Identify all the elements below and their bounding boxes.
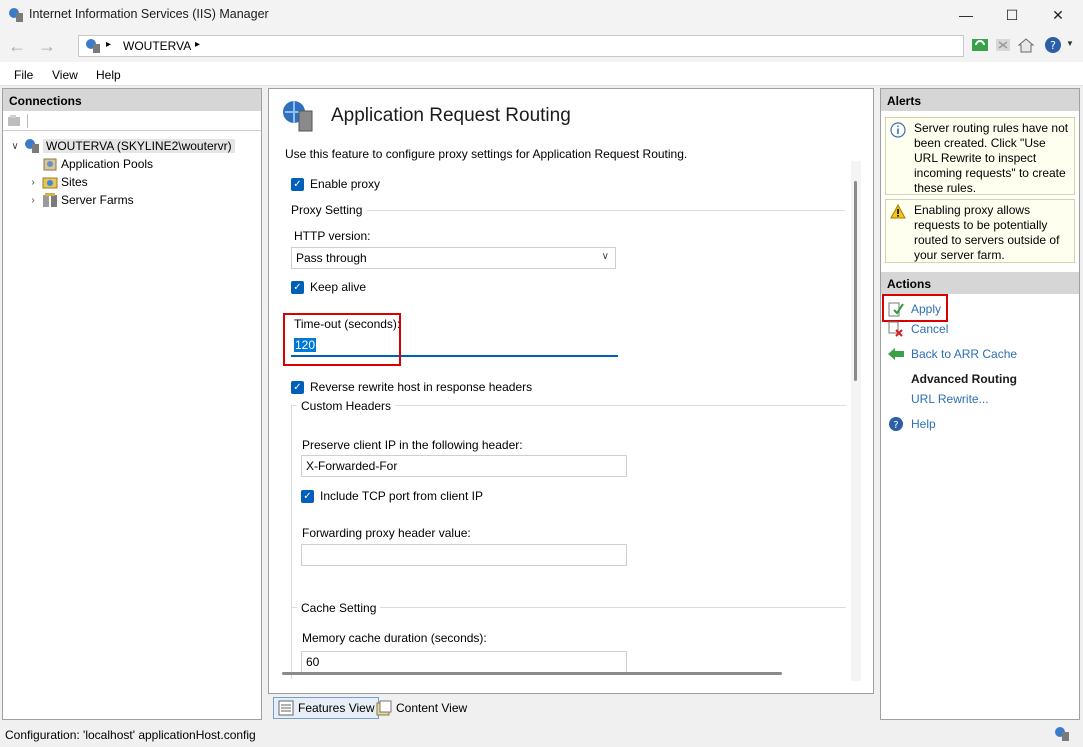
info-icon	[890, 122, 906, 138]
refresh-icon[interactable]	[970, 35, 990, 55]
tab-features-view[interactable]: Features View	[273, 697, 380, 719]
address-bar: ← → ▸ WOUTERVA ▸ ? ▼	[0, 30, 1083, 62]
features-view-icon	[278, 700, 294, 716]
keep-alive-checkbox[interactable]: ✓ Keep alive	[291, 280, 366, 294]
tree-item-server[interactable]: ∨ WOUTERVA (SKYLINE2\woutervr)	[9, 137, 235, 155]
help-icon[interactable]: ?	[1043, 35, 1063, 55]
http-version-label: HTTP version:	[294, 229, 371, 243]
cache-setting-title: Cache Setting	[297, 601, 381, 615]
checkbox-checked-icon[interactable]: ✓	[291, 380, 304, 394]
actions-header: Actions	[881, 272, 1079, 294]
memory-cache-input[interactable]: 60	[301, 651, 627, 673]
cancel-icon	[887, 321, 905, 337]
custom-headers-title: Custom Headers	[297, 399, 396, 413]
home-icon[interactable]	[1016, 35, 1036, 55]
svg-text:?: ?	[1050, 39, 1056, 52]
server-status-icon	[1055, 727, 1069, 741]
page-description: Use this feature to configure proxy sett…	[285, 147, 688, 161]
tree-label[interactable]: Sites	[61, 175, 88, 189]
include-tcp-port-checkbox[interactable]: ✓ Include TCP port from client IP	[301, 489, 483, 503]
checkbox-checked-icon[interactable]: ✓	[301, 489, 314, 503]
help-dropdown-icon[interactable]: ▼	[1066, 39, 1074, 48]
enable-proxy-checkbox[interactable]: ✓ Enable proxy	[291, 177, 380, 191]
preserve-ip-label: Preserve client IP in the following head…	[302, 438, 523, 452]
server-farms-icon	[43, 193, 57, 207]
actions-panel: Alerts Server routing rules have not bee…	[880, 88, 1080, 720]
back-to-arr-cache-action[interactable]: Back to ARR Cache	[887, 344, 1017, 364]
help-action[interactable]: ? Help	[887, 414, 936, 434]
checkbox-checked-icon[interactable]: ✓	[291, 280, 304, 294]
warning-icon	[890, 204, 906, 219]
iis-app-icon	[9, 8, 23, 22]
tree-item-server-farms[interactable]: › Server Farms	[27, 191, 134, 209]
tab-content-view[interactable]: Content View	[372, 697, 471, 719]
tree-label[interactable]: Server Farms	[61, 193, 134, 207]
menu-view[interactable]: View	[52, 68, 78, 82]
scrollbar-thumb[interactable]	[854, 181, 857, 381]
tree-server-label[interactable]: WOUTERVA (SKYLINE2\woutervr)	[43, 139, 235, 153]
chevron-down-icon: ∨	[601, 251, 609, 262]
toolbar-divider	[27, 114, 28, 128]
chevron-right-icon[interactable]: ›	[27, 195, 39, 206]
application-pools-icon	[43, 158, 57, 171]
preserve-ip-input[interactable]: X-Forwarded-For	[301, 455, 627, 477]
apply-highlight-box	[882, 294, 948, 322]
advanced-routing-heading: Advanced Routing	[911, 372, 1018, 386]
title-bar: Internet Information Services (IIS) Mana…	[0, 0, 1083, 30]
horizontal-scrollbar[interactable]	[282, 672, 782, 675]
vertical-scrollbar[interactable]	[851, 161, 861, 681]
window-title: Internet Information Services (IIS) Mana…	[29, 7, 269, 21]
maximize-button[interactable]: ☐	[989, 0, 1035, 30]
menu-file[interactable]: File	[14, 68, 33, 82]
close-button[interactable]: ✕	[1035, 0, 1081, 30]
svg-text:?: ?	[893, 420, 898, 431]
path-server[interactable]: WOUTERVA	[123, 39, 191, 53]
chevron-down-icon[interactable]: ∨	[9, 141, 21, 152]
status-text: Configuration: 'localhost' applicationHo…	[5, 728, 256, 742]
status-bar: Configuration: 'localhost' applicationHo…	[0, 722, 1083, 747]
tree-label[interactable]: Application Pools	[61, 157, 153, 171]
menu-help[interactable]: Help	[96, 68, 121, 82]
path-separator: ▸	[106, 39, 112, 50]
page-title: Application Request Routing	[331, 105, 571, 126]
feature-panel: Application Request Routing Use this fea…	[268, 88, 874, 694]
forwarding-proxy-input[interactable]	[301, 544, 627, 566]
alerts-header: Alerts	[881, 89, 1079, 111]
tree-item-application-pools[interactable]: Application Pools	[27, 155, 153, 173]
alert-proxy-warning: Enabling proxy allows requests to be pot…	[885, 199, 1075, 263]
checkbox-checked-icon[interactable]: ✓	[291, 177, 304, 191]
connections-panel: Connections ∨ WOUTERVA (SKYLINE2\wouterv…	[2, 88, 262, 720]
arr-feature-icon	[283, 101, 313, 132]
http-version-select[interactable]: Pass through ∨	[291, 247, 616, 269]
cancel-action[interactable]: Cancel	[887, 319, 948, 339]
alert-routing-rules: Server routing rules have not been creat…	[885, 117, 1075, 195]
proxy-setting-group-title: Proxy Setting	[291, 203, 363, 217]
minimize-button[interactable]: —	[943, 0, 989, 30]
server-icon	[25, 139, 39, 153]
forward-arrow-icon[interactable]: →	[34, 34, 60, 58]
group-divider	[367, 210, 845, 211]
menu-bar: File View Help	[0, 62, 1083, 86]
address-path-box[interactable]: ▸ WOUTERVA ▸	[78, 35, 964, 57]
sites-icon	[42, 177, 58, 189]
url-rewrite-link[interactable]: URL Rewrite...	[911, 389, 989, 409]
forwarding-proxy-label: Forwarding proxy header value:	[302, 526, 471, 540]
memory-cache-label: Memory cache duration (seconds):	[302, 631, 487, 645]
chevron-right-icon[interactable]: ›	[27, 177, 39, 188]
connections-toolbar	[3, 111, 261, 131]
stop-icon[interactable]	[993, 35, 1013, 55]
new-connection-icon[interactable]	[7, 114, 21, 127]
timeout-highlight-box	[283, 313, 401, 366]
path-separator[interactable]: ▸	[195, 39, 200, 50]
back-arrow-icon	[887, 346, 905, 362]
help-icon: ?	[887, 416, 905, 432]
content-view-icon	[376, 700, 392, 716]
tree-item-sites[interactable]: › Sites	[27, 173, 88, 191]
server-icon	[86, 39, 100, 53]
back-arrow-icon[interactable]: ←	[4, 34, 30, 58]
connections-header: Connections	[3, 89, 261, 111]
reverse-rewrite-checkbox[interactable]: ✓ Reverse rewrite host in response heade…	[291, 380, 532, 394]
settings-scroll-area: ✓ Enable proxy Proxy Setting HTTP versio…	[277, 161, 862, 679]
